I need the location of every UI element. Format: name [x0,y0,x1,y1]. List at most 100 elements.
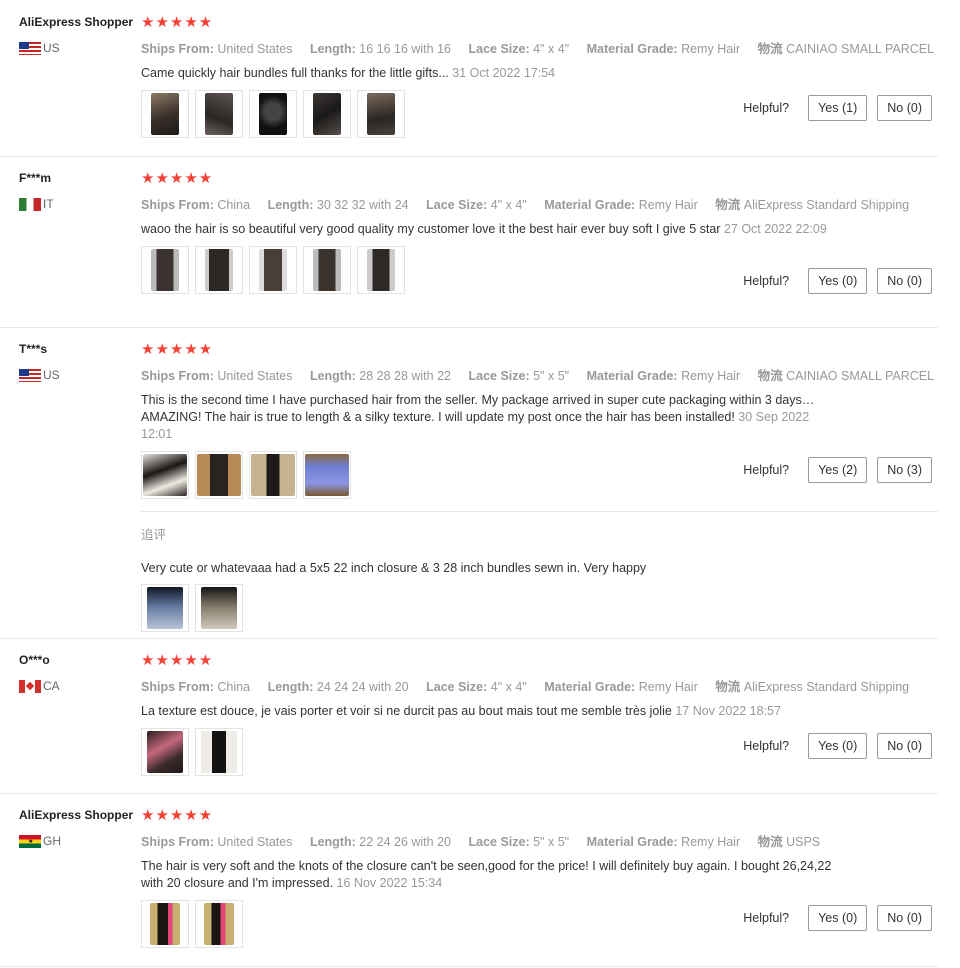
rating-stars: ★★★★★ [141,14,214,31]
review-photo-thumbnail[interactable] [141,451,189,499]
logistics-value: USPS [786,835,821,849]
length-label: Length: [309,369,356,383]
lace-size-value: 5" x 5" [533,835,570,849]
ships-from-value: China [217,198,251,212]
logistics-value: AliExpress Standard Shipping [743,680,910,694]
helpful-yes-button[interactable]: Yes (0) [808,268,868,294]
helpful-yes-button[interactable]: Yes (1) [808,95,868,121]
review-photo-thumbnail[interactable] [249,451,297,499]
review-photo-thumbnail[interactable] [195,584,243,632]
reviewer-country: CA [19,679,139,693]
reviewer-info: AliExpress Shopper ★ GH [19,808,139,848]
review-item: AliExpress Shopper ★ GH ★★★★★ Ships From… [0,793,938,967]
review-photo-thumbnail[interactable] [357,246,405,294]
helpful-yes-button[interactable]: Yes (0) [808,905,868,931]
reviewer-country: ★ GH [19,834,139,848]
lace-size-value: 4" x 4" [490,198,527,212]
logistics-value: CAINIAO SMALL PARCEL [786,369,935,383]
length-label: Length: [309,835,356,849]
helpful-no-button[interactable]: No (0) [877,733,932,759]
length-label: Length: [309,42,356,56]
reviewer-name: AliExpress Shopper [19,808,134,822]
review-date: 27 Oct 2022 22:09 [723,222,827,236]
reviewer-country: US [19,41,139,55]
ships-from-value: United States [217,835,293,849]
material-grade-label: Material Grade: [586,835,678,849]
additional-review-text: Very cute or whatevaaa had a 5x5 22 inch… [141,561,647,575]
review-item: AliExpress Shopper US ★★★★★ Ships From: … [0,0,938,157]
logistics-label: 物流 [715,198,741,212]
logistics-label: 物流 [715,680,741,694]
review-date: 31 Oct 2022 17:54 [452,66,556,80]
helpful-yes-button[interactable]: Yes (0) [808,733,868,759]
lace-size-label: Lace Size: [426,198,488,212]
additional-review: 追评 Very cute or whatevaaa had a 5x5 22 i… [141,511,938,632]
review-item: T***s US ★★★★★ Ships From: United States… [0,327,938,639]
helpful-label: Helpful? [743,101,790,115]
review-item: F***m IT ★★★★★ Ships From: China Length:… [0,156,938,328]
reviewer-name: F***m [19,171,52,185]
helpful-vote: Helpful? Yes (2) No (3) [743,457,932,483]
review-photo-thumbnail[interactable] [141,90,189,138]
rating-stars: ★★★★★ [141,170,214,187]
helpful-no-button[interactable]: No (0) [877,268,932,294]
helpful-label: Helpful? [743,739,790,753]
rating-stars: ★★★★★ [141,652,214,669]
lace-size-label: Lace Size: [468,369,530,383]
ships-from-value: China [217,680,251,694]
review-photo-thumbnail[interactable] [195,900,243,948]
review-photo-thumbnail[interactable] [195,90,243,138]
review-photo-thumbnail[interactable] [303,246,351,294]
material-grade-value: Remy Hair [681,369,741,383]
review-photo-thumbnail[interactable] [195,728,243,776]
review-photo-thumbnail[interactable] [303,451,351,499]
country-code: CA [43,679,60,693]
review-photo-thumbnail[interactable] [195,451,243,499]
helpful-vote: Helpful? Yes (0) No (0) [743,268,932,294]
review-photo-thumbnail[interactable] [303,90,351,138]
review-item: O***o CA ★★★★★ Ships From: China Length:… [0,638,938,794]
length-value: 30 32 32 with 24 [316,198,409,212]
order-details: Ships From: United States Length: 28 28 … [141,365,938,384]
review-photo-thumbnail[interactable] [141,728,189,776]
length-label: Length: [267,198,314,212]
order-details: Ships From: China Length: 30 32 32 with … [141,194,938,213]
review-body: La texture est douce, je vais porter et … [141,704,672,718]
order-details: Ships From: United States Length: 16 16 … [141,38,938,57]
helpful-yes-button[interactable]: Yes (2) [808,457,868,483]
review-body: waoo the hair is so beautiful very good … [141,222,721,236]
review-photo-thumbnail[interactable] [141,900,189,948]
review-photo-thumbnail[interactable] [249,90,297,138]
logistics-value: AliExpress Standard Shipping [743,198,910,212]
country-code: US [43,368,60,382]
reviewer-info: O***o CA [19,653,139,693]
logistics-value: CAINIAO SMALL PARCEL [786,42,935,56]
reviewer-info: AliExpress Shopper US [19,15,139,55]
review-photo-thumbnail[interactable] [141,584,189,632]
ships-from-value: United States [217,42,293,56]
gh-flag-icon: ★ [19,834,41,848]
lace-size-label: Lace Size: [426,680,488,694]
review-photo-thumbnail[interactable] [357,90,405,138]
review-text: The hair is very soft and the knots of t… [141,858,841,892]
review-text: Came quickly hair bundles full thanks fo… [141,65,841,82]
helpful-vote: Helpful? Yes (1) No (0) [743,95,932,121]
helpful-no-button[interactable]: No (0) [877,905,932,931]
helpful-no-button[interactable]: No (3) [877,457,932,483]
material-grade-label: Material Grade: [586,369,678,383]
helpful-vote: Helpful? Yes (0) No (0) [743,905,932,931]
helpful-no-button[interactable]: No (0) [877,95,932,121]
review-photo-thumbnail[interactable] [195,246,243,294]
review-photo-thumbnail[interactable] [141,246,189,294]
order-details: Ships From: China Length: 24 24 24 with … [141,676,938,695]
additional-review-photos [141,584,938,632]
us-flag-icon [19,41,41,55]
material-grade-value: Remy Hair [681,42,741,56]
review-photo-thumbnail[interactable] [249,246,297,294]
rating-stars: ★★★★★ [141,341,214,358]
material-grade-value: Remy Hair [638,198,698,212]
review-date: 17 Nov 2022 18:57 [675,704,781,718]
ships-from-label: Ships From: [141,198,214,212]
length-label: Length: [267,680,314,694]
length-value: 16 16 16 with 16 [359,42,451,56]
